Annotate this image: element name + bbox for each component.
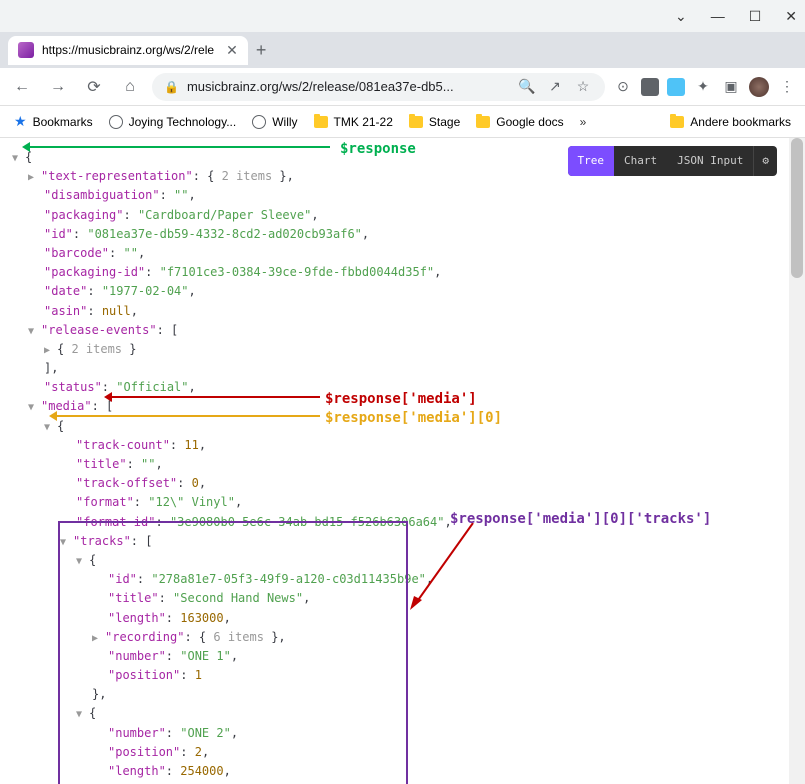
extension-icon[interactable] bbox=[641, 78, 659, 96]
json-row[interactable]: "asin": null, bbox=[12, 302, 793, 321]
json-toolbar: Tree Chart JSON Input ⚙ bbox=[568, 146, 777, 176]
folder-icon bbox=[409, 116, 423, 128]
forward-button[interactable]: → bbox=[44, 73, 72, 101]
extension-blue-icon[interactable] bbox=[667, 78, 685, 96]
annotation-arrow bbox=[55, 415, 320, 417]
other-bookmarks[interactable]: Andere bookmarks bbox=[664, 111, 797, 133]
toggle-icon[interactable]: ▼ bbox=[44, 420, 54, 436]
json-row[interactable]: ▶{ 2 items } bbox=[12, 340, 793, 359]
puzzle-icon[interactable]: ✦ bbox=[693, 77, 713, 97]
reload-button[interactable]: ⟳ bbox=[80, 73, 108, 101]
tab-title: https://musicbrainz.org/ws/2/rele bbox=[42, 43, 214, 57]
bookmark-joying[interactable]: Joying Technology... bbox=[103, 111, 243, 133]
annotation-box bbox=[58, 521, 408, 784]
window-minimize-icon[interactable]: — bbox=[711, 8, 725, 24]
json-row[interactable]: "title": "", bbox=[12, 455, 793, 474]
json-row[interactable]: "date": "1977-02-04", bbox=[12, 282, 793, 301]
annotation-media0: $response['media'][0] bbox=[325, 407, 502, 429]
folder-icon bbox=[670, 116, 684, 128]
json-viewer: Tree Chart JSON Input ⚙ ▼{ ▶"text-repres… bbox=[0, 138, 805, 784]
window-maximize-icon[interactable]: ☐ bbox=[749, 8, 762, 25]
home-button[interactable]: ⌂ bbox=[116, 73, 144, 101]
bookmarks-bar: ★Bookmarks Joying Technology... Willy TM… bbox=[0, 106, 805, 138]
star-icon[interactable]: ☆ bbox=[573, 77, 593, 97]
scrollbar[interactable] bbox=[789, 138, 805, 784]
annotation-tracks: $response['media'][0]['tracks'] bbox=[450, 508, 711, 530]
annotation-response: $response bbox=[340, 138, 416, 160]
gear-icon[interactable]: ⚙ bbox=[753, 146, 777, 176]
json-row[interactable]: "barcode": "", bbox=[12, 244, 793, 263]
tree-tab[interactable]: Tree bbox=[568, 146, 615, 176]
favicon-icon bbox=[18, 42, 34, 58]
zoom-icon[interactable]: 🔍 bbox=[517, 77, 537, 97]
json-row[interactable]: "id": "081ea37e-db59-4332-8cd2-ad020cb93… bbox=[12, 225, 793, 244]
bookmarks-root[interactable]: ★Bookmarks bbox=[8, 109, 99, 134]
share-icon[interactable]: ↗ bbox=[545, 77, 565, 97]
arrow-head-icon bbox=[104, 392, 112, 402]
star-icon: ★ bbox=[14, 113, 27, 130]
window-close-icon[interactable]: ✕ bbox=[785, 8, 797, 25]
panel-icon[interactable]: ▣ bbox=[721, 77, 741, 97]
browser-tab-bar: https://musicbrainz.org/ws/2/rele ✕ + bbox=[0, 32, 805, 68]
url-input[interactable]: 🔒 musicbrainz.org/ws/2/release/081ea37e-… bbox=[152, 73, 605, 101]
menu-icon[interactable]: ⋮ bbox=[777, 77, 797, 97]
scrollbar-thumb[interactable] bbox=[791, 138, 803, 278]
arrow-head-icon bbox=[49, 411, 57, 421]
json-row[interactable]: "packaging": "Cardboard/Paper Sleeve", bbox=[12, 206, 793, 225]
json-row[interactable]: ▼"release-events": [ bbox=[12, 321, 793, 340]
json-input-tab[interactable]: JSON Input bbox=[667, 146, 753, 176]
folder-icon bbox=[476, 116, 490, 128]
toggle-icon[interactable]: ▼ bbox=[28, 324, 38, 340]
back-button[interactable]: ← bbox=[8, 73, 36, 101]
bookmark-willy[interactable]: Willy bbox=[246, 111, 303, 133]
annotation-arrow bbox=[28, 146, 330, 148]
bookmark-googledocs[interactable]: Google docs bbox=[470, 111, 569, 133]
toggle-icon[interactable]: ▶ bbox=[28, 170, 38, 186]
bookmarks-more-icon[interactable]: » bbox=[574, 115, 593, 129]
arrow-head-icon bbox=[22, 142, 30, 152]
chart-tab[interactable]: Chart bbox=[614, 146, 667, 176]
profile-avatar[interactable] bbox=[749, 77, 769, 97]
toggle-icon[interactable]: ▶ bbox=[44, 343, 54, 359]
json-row[interactable]: "track-count": 11, bbox=[12, 436, 793, 455]
json-row[interactable]: "track-offset": 0, bbox=[12, 474, 793, 493]
json-row[interactable]: "packaging-id": "f7101ce3-0384-39ce-9fde… bbox=[12, 263, 793, 282]
extension-slot-icon[interactable]: ⊙ bbox=[613, 77, 633, 97]
address-bar: ← → ⟳ ⌂ 🔒 musicbrainz.org/ws/2/release/0… bbox=[0, 68, 805, 106]
url-text: musicbrainz.org/ws/2/release/081ea37e-db… bbox=[187, 79, 509, 94]
annotation-arrow bbox=[110, 396, 320, 398]
folder-icon bbox=[314, 116, 328, 128]
window-dropdown-icon[interactable]: ⌄ bbox=[675, 8, 687, 25]
browser-tab[interactable]: https://musicbrainz.org/ws/2/rele ✕ bbox=[8, 36, 248, 65]
globe-icon bbox=[252, 115, 266, 129]
json-row: ], bbox=[12, 359, 793, 378]
annotation-arrow bbox=[408, 518, 478, 618]
tab-close-icon[interactable]: ✕ bbox=[226, 42, 238, 59]
bookmark-tmk[interactable]: TMK 21-22 bbox=[308, 111, 399, 133]
new-tab-button[interactable]: + bbox=[256, 40, 267, 61]
window-controls: ⌄ — ☐ ✕ bbox=[0, 0, 805, 32]
lock-icon: 🔒 bbox=[164, 80, 179, 94]
toggle-icon[interactable]: ▼ bbox=[12, 151, 22, 167]
json-row[interactable]: "disambiguation": "", bbox=[12, 186, 793, 205]
globe-icon bbox=[109, 115, 123, 129]
toggle-icon[interactable]: ▼ bbox=[28, 400, 38, 416]
bookmark-stage[interactable]: Stage bbox=[403, 111, 466, 133]
